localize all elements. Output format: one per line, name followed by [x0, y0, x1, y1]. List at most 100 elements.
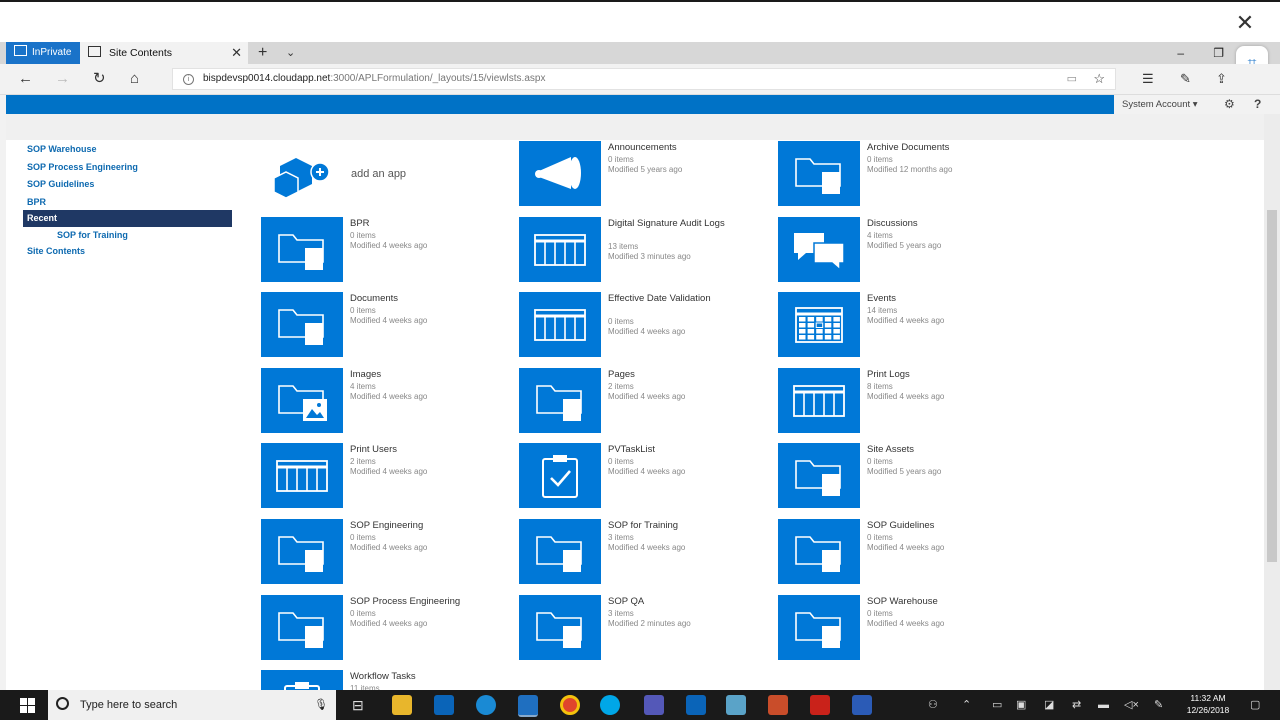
app-tile[interactable]: [519, 519, 601, 584]
app-tile[interactable]: [519, 216, 601, 282]
app-tile[interactable]: [261, 367, 343, 433]
notifications-icon[interactable]: ▢: [1250, 690, 1260, 720]
scrollbar[interactable]: [1264, 114, 1280, 690]
close-icon[interactable]: ✕: [1232, 10, 1258, 36]
app-title[interactable]: BPR: [350, 218, 490, 229]
taskbar-clock[interactable]: 11:32 AM 12/26/2018: [1178, 692, 1238, 716]
pen-workspace-icon[interactable]: ✎: [1154, 690, 1163, 720]
microphone-icon[interactable]: 🎙: [314, 690, 328, 720]
battery-icon[interactable]: ▭: [992, 690, 1002, 720]
help-icon[interactable]: ?: [1254, 95, 1261, 114]
device-icon[interactable]: ▣: [1016, 690, 1026, 720]
add-app-icon[interactable]: [274, 152, 336, 202]
notes-icon[interactable]: [726, 695, 746, 715]
app-title[interactable]: Images: [350, 369, 490, 380]
app-tile[interactable]: [261, 594, 343, 660]
taskbar-search[interactable]: Type here to search 🎙: [48, 690, 336, 720]
nav-item-bpr[interactable]: BPR: [27, 197, 46, 207]
scrollbar-thumb[interactable]: [1267, 210, 1277, 562]
app-title[interactable]: Events: [867, 293, 1007, 304]
minimize-icon[interactable]: –: [1177, 42, 1184, 64]
show-hidden-icons-chevron-icon[interactable]: ⌃: [962, 690, 971, 720]
account-menu[interactable]: System Account ▾: [1122, 95, 1198, 114]
inprivate-badge[interactable]: InPrivate: [6, 42, 80, 64]
app-tile[interactable]: [261, 443, 343, 509]
app-tile[interactable]: [778, 367, 860, 433]
app-title[interactable]: Workflow Tasks: [350, 671, 490, 682]
back-icon[interactable]: ←: [18, 64, 33, 94]
sync-icon[interactable]: ⇄: [1072, 690, 1081, 720]
app-title[interactable]: SOP for Training: [608, 520, 748, 531]
pen-icon[interactable]: ✎: [1180, 64, 1191, 94]
nav-item-sop-process-engineering[interactable]: SOP Process Engineering: [27, 162, 138, 172]
app-title[interactable]: PVTaskList: [608, 444, 748, 455]
app-title[interactable]: Announcements: [608, 142, 748, 153]
app-tile[interactable]: [519, 367, 601, 433]
address-bar[interactable]: i bispdevsp0014.cloudapp.net:3000/APLForm…: [172, 68, 1116, 90]
app-title[interactable]: Pages: [608, 369, 748, 380]
app-tile[interactable]: [261, 292, 343, 358]
people-icon[interactable]: ⚇: [928, 690, 938, 720]
gear-icon[interactable]: ⚙: [1224, 95, 1235, 114]
app-title[interactable]: SOP Guidelines: [867, 520, 1007, 531]
app-tile[interactable]: [778, 141, 860, 206]
outlook-second-icon[interactable]: [686, 695, 706, 715]
nav-item-sop-warehouse[interactable]: SOP Warehouse: [27, 144, 97, 154]
forward-icon[interactable]: →: [55, 64, 70, 94]
app-title[interactable]: Discussions: [867, 218, 1007, 229]
app-title[interactable]: Print Logs: [867, 369, 1007, 380]
app-title[interactable]: SOP Process Engineering: [350, 596, 490, 607]
reading-view-icon[interactable]: ▭: [1067, 69, 1077, 89]
app-tile[interactable]: [778, 594, 860, 660]
app-tile[interactable]: [778, 519, 860, 584]
app-tile[interactable]: [261, 216, 343, 282]
app-title[interactable]: SOP QA: [608, 596, 748, 607]
home-icon[interactable]: ⌂: [130, 64, 139, 94]
windows-start-icon[interactable]: [20, 698, 35, 713]
app-tile[interactable]: [261, 670, 343, 690]
favorites-hub-icon[interactable]: ☰: [1142, 64, 1154, 94]
restore-icon[interactable]: ❐: [1213, 42, 1224, 64]
nav-item-site-contents[interactable]: Site Contents: [27, 246, 85, 256]
favorite-star-icon[interactable]: ☆: [1093, 69, 1105, 89]
app-tile[interactable]: [519, 594, 601, 660]
colorful-app-icon[interactable]: [768, 695, 788, 715]
new-tab-button[interactable]: +: [258, 42, 267, 64]
app-title[interactable]: Documents: [350, 293, 490, 304]
app-title[interactable]: SOP Engineering: [350, 520, 490, 531]
app-title[interactable]: Site Assets: [867, 444, 1007, 455]
app-tile[interactable]: [519, 292, 601, 358]
nav-item-sop-for-training[interactable]: SOP for Training: [57, 230, 128, 240]
tab-close-icon[interactable]: ✕: [231, 42, 242, 64]
teams-icon[interactable]: [644, 695, 664, 715]
task-view-icon[interactable]: ⊟: [352, 690, 364, 720]
add-app-label[interactable]: add an app: [351, 168, 406, 180]
app-title[interactable]: Digital Signature Audit Logs: [608, 218, 748, 229]
app-tile[interactable]: [778, 292, 860, 358]
nav-item-recent[interactable]: Recent: [23, 210, 232, 227]
nav-item-sop-guidelines[interactable]: SOP Guidelines: [27, 179, 94, 189]
app-tile[interactable]: [778, 443, 860, 509]
app-title[interactable]: Archive Documents: [867, 142, 1007, 153]
outlook-icon[interactable]: [434, 695, 454, 715]
edge-icon[interactable]: [518, 695, 538, 717]
share-icon[interactable]: ⇪: [1216, 64, 1227, 94]
tab-preview-chevron-icon[interactable]: ⌄: [286, 42, 295, 64]
display-icon[interactable]: ▬: [1098, 690, 1109, 720]
app-tile[interactable]: [778, 216, 860, 282]
site-info-icon[interactable]: i: [183, 74, 194, 85]
word-icon[interactable]: [852, 695, 872, 715]
skype-icon[interactable]: [600, 695, 620, 715]
app-tile[interactable]: [261, 519, 343, 584]
app-title[interactable]: Effective Date Validation: [608, 293, 748, 304]
refresh-icon[interactable]: ↻: [93, 64, 106, 94]
app-title[interactable]: Print Users: [350, 444, 490, 455]
app-tile[interactable]: [519, 443, 601, 509]
chrome-icon[interactable]: [560, 695, 580, 715]
volume-muted-icon[interactable]: ◁×: [1124, 690, 1139, 720]
app-tile[interactable]: [519, 141, 601, 206]
network-icon[interactable]: ◪: [1044, 690, 1054, 720]
internet-explorer-icon[interactable]: [476, 695, 496, 715]
acrobat-icon[interactable]: [810, 695, 830, 715]
app-title[interactable]: SOP Warehouse: [867, 596, 1007, 607]
